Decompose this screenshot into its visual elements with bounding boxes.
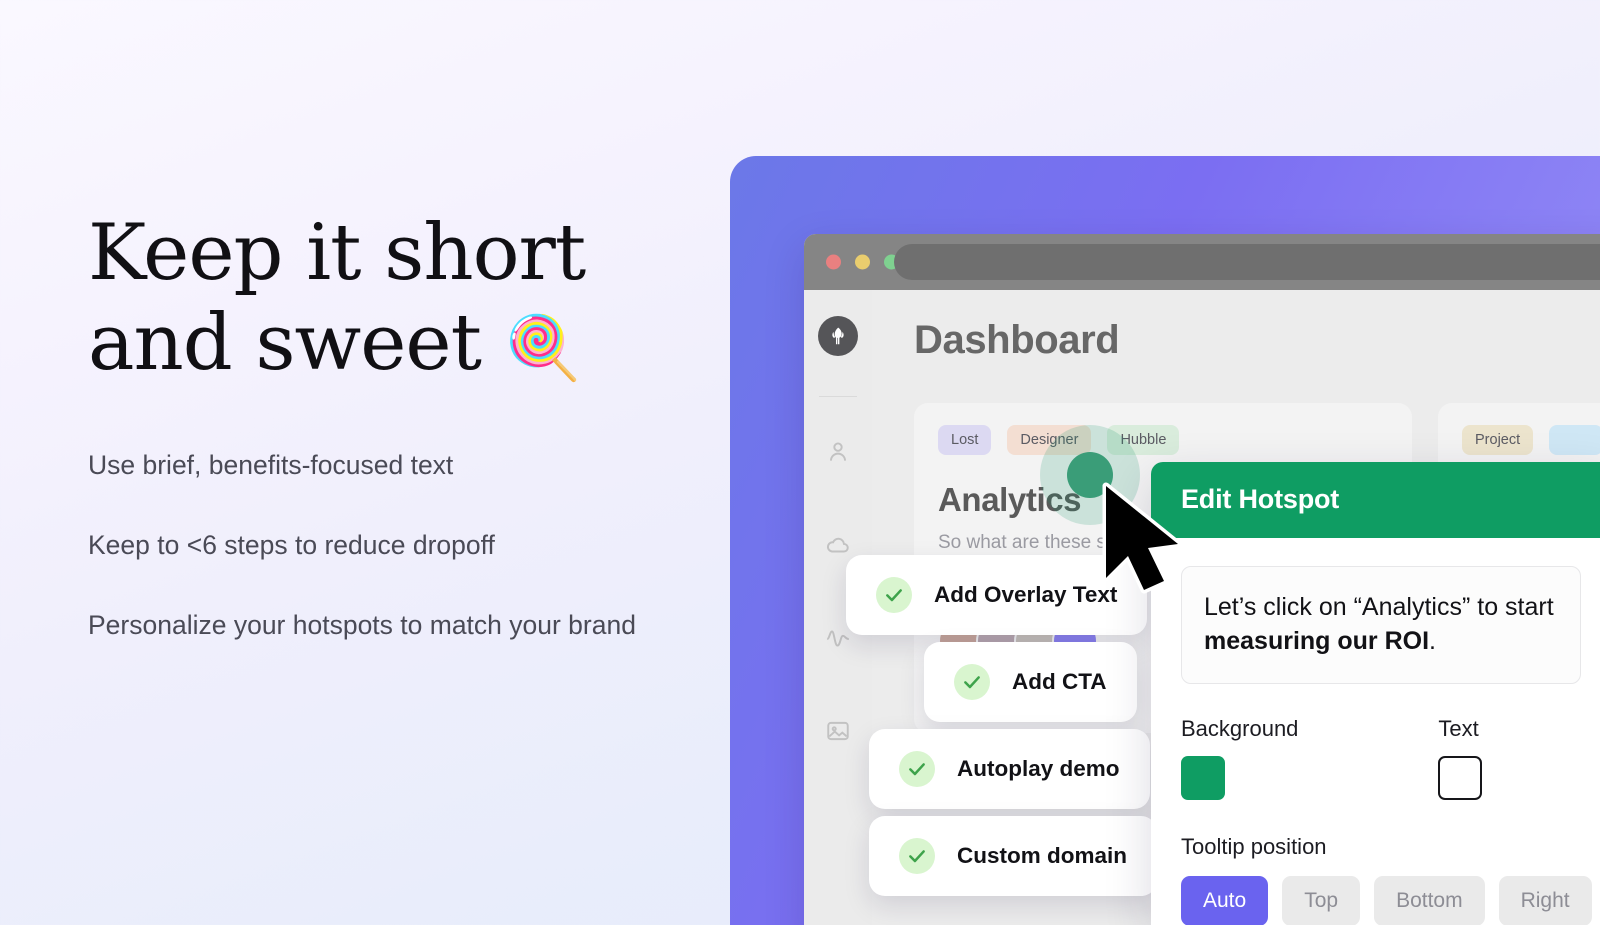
tooltip-text-preview[interactable]: Let’s click on “Analytics” to start meas…	[1181, 566, 1581, 684]
close-window-icon[interactable]	[826, 254, 841, 270]
check-icon	[899, 751, 935, 787]
bullet-list: Use brief, benefits-focused text Keep to…	[88, 447, 708, 643]
leaf-icon[interactable]	[818, 316, 858, 356]
edit-hotspot-panel: Edit Hotspot Let’s click on “Analytics” …	[1151, 462, 1600, 925]
browser-chrome	[804, 234, 1600, 290]
tooltip-position-auto[interactable]: Auto	[1181, 875, 1269, 925]
check-icon	[954, 664, 990, 700]
background-color-group: Background	[1181, 716, 1298, 800]
list-item[interactable]: Add CTA	[924, 642, 1137, 722]
list-item: Use brief, benefits-focused text	[88, 449, 454, 480]
tooltip-position-top[interactable]: Top	[1282, 875, 1361, 925]
marketing-copy: Keep it short and sweet 🍭 Use brief, ben…	[88, 208, 708, 643]
person-icon[interactable]	[825, 439, 851, 470]
panel-body: Let’s click on “Analytics” to start meas…	[1151, 538, 1600, 925]
tooltip-text-prefix: Let’s click on “Analytics” to start	[1204, 593, 1554, 621]
text-color-label: Text	[1438, 715, 1479, 741]
list-item-label: Add Overlay Text	[934, 582, 1118, 607]
list-item: Personalize your hotspots to match your …	[88, 610, 636, 640]
list-item-label: Autoplay demo	[957, 756, 1120, 781]
status-badge: Project	[1462, 425, 1534, 455]
mouse-cursor-icon	[1096, 482, 1184, 599]
tooltip-position-label: Tooltip position	[1181, 833, 1327, 859]
list-item-label: Add CTA	[1012, 669, 1107, 694]
sidebar-divider	[819, 396, 857, 397]
dashboard-title: Dashboard	[914, 318, 1120, 362]
traffic-lights	[826, 254, 899, 270]
tooltip-text-suffix: .	[1429, 626, 1436, 655]
text-color-group: Text	[1438, 715, 1483, 800]
tag-row: Lost Designer Hubble	[938, 425, 1388, 455]
background-color-swatch[interactable]	[1181, 755, 1225, 800]
tooltip-position-group: Auto Top Bottom Right	[1181, 875, 1592, 925]
list-item[interactable]: Autoplay demo	[869, 729, 1150, 809]
list-item: Keep to <6 steps to reduce dropoff	[88, 529, 495, 560]
color-swatch-row: Background Text	[1181, 716, 1581, 800]
url-input[interactable]	[894, 244, 1600, 280]
status-badge: Lost	[938, 425, 992, 455]
cloud-icon[interactable]	[825, 532, 851, 563]
image-icon[interactable]	[825, 718, 851, 749]
tag-row: Project	[1462, 425, 1600, 455]
list-item[interactable]: Custom domain	[869, 816, 1158, 896]
check-icon	[876, 577, 912, 613]
page-title: Keep it short and sweet 🍭	[88, 208, 708, 389]
activity-icon[interactable]	[825, 625, 851, 656]
background-color-label: Background	[1181, 715, 1299, 741]
text-color-swatch[interactable]	[1438, 755, 1483, 800]
tooltip-text-bold: measuring our ROI	[1204, 626, 1430, 655]
list-item-label: Custom domain	[957, 843, 1128, 868]
minimize-window-icon[interactable]	[855, 254, 870, 270]
panel-title: Edit Hotspot	[1151, 462, 1600, 538]
lollipop-icon: 🍭	[504, 311, 582, 385]
tooltip-position-bottom[interactable]: Bottom	[1374, 875, 1485, 925]
check-icon	[899, 838, 935, 874]
tooltip-position-right[interactable]: Right	[1498, 875, 1592, 925]
status-badge	[1549, 425, 1600, 455]
